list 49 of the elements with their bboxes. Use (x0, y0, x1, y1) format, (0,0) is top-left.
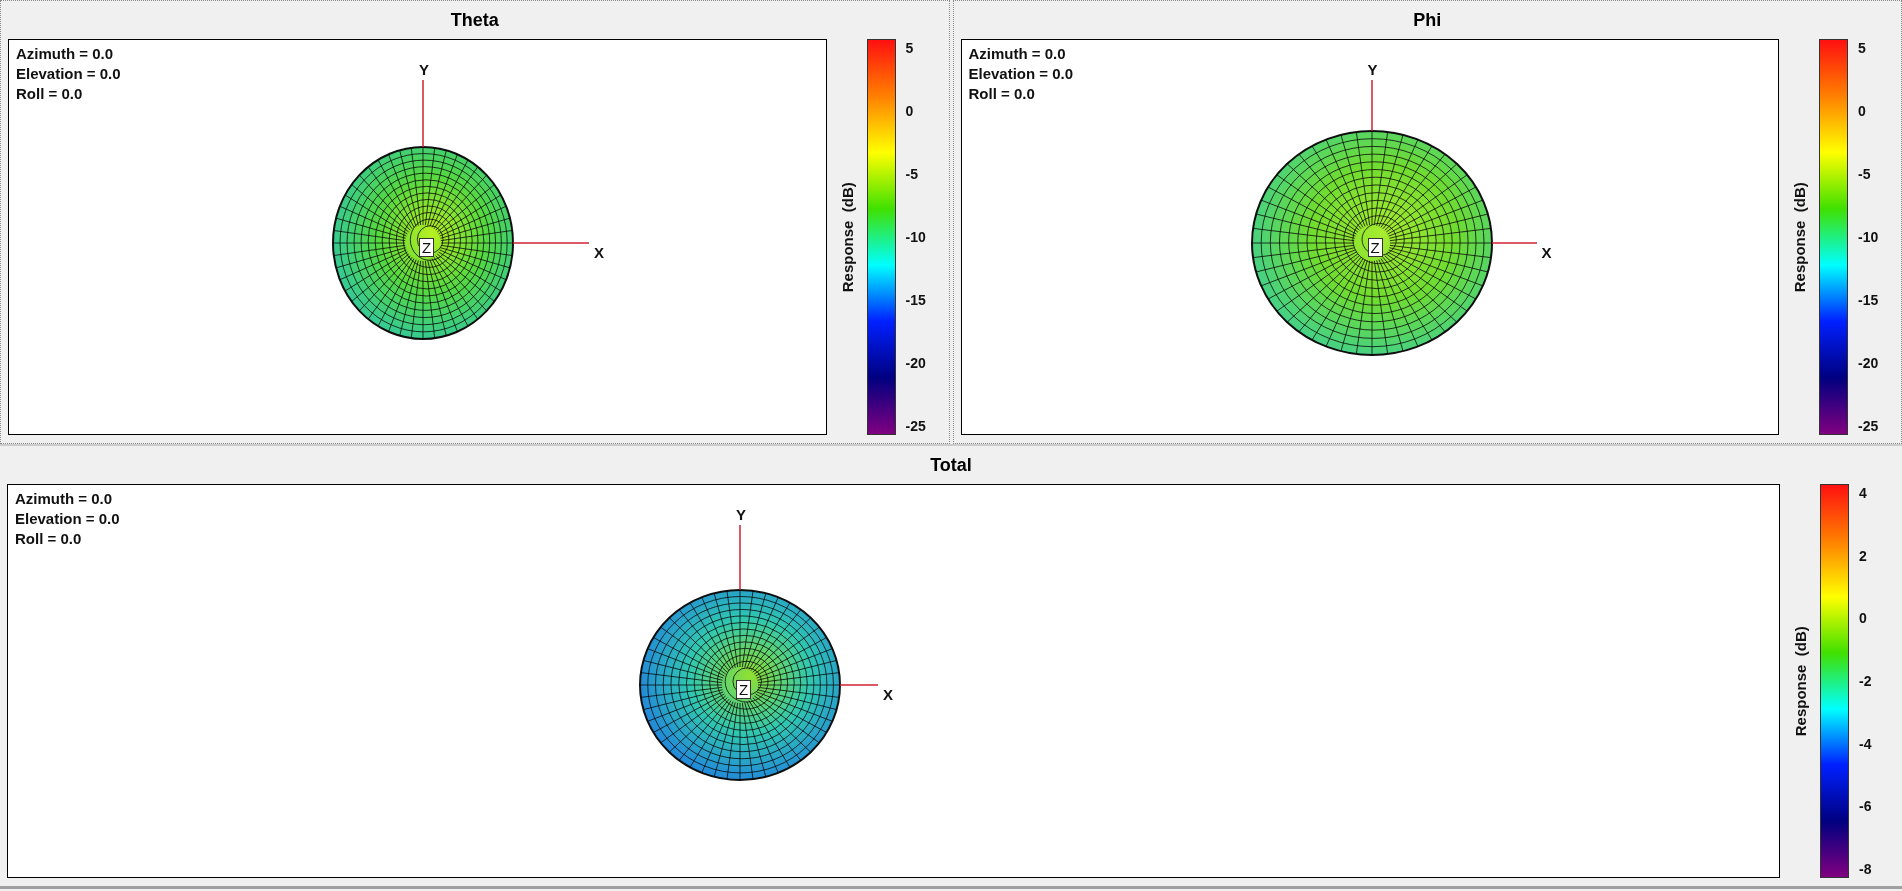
colorbar-tick-label: -8 (1859, 861, 1872, 876)
view-angle-label: Roll = 0.0 (15, 529, 83, 549)
z-axis-label: Z (736, 680, 752, 699)
colorbar-label: Response (dB) (837, 182, 857, 292)
view-angle-label: Roll = 0.0 (16, 84, 84, 104)
y-axis-label: Y (1367, 62, 1378, 77)
view-angle-label: Elevation = 0.0 (968, 64, 1074, 84)
colorbar-tick-label: -4 (1859, 736, 1872, 751)
colorbar-tick-label: 2 (1859, 548, 1868, 563)
x-axis-label: X (883, 687, 893, 702)
view-angle-label: Roll = 0.0 (968, 84, 1036, 104)
colorbar-tick-label: -15 (1858, 293, 1879, 307)
colorbar-tick-label: -5 (1858, 167, 1872, 181)
view-angle-label: Azimuth = 0.0 (968, 44, 1067, 64)
y-axis-line (422, 79, 424, 148)
colorbar-tick-label: 5 (1858, 41, 1867, 55)
colorbar-tick-label: 0 (905, 104, 915, 118)
colorbar-tick-label: 4 (1859, 486, 1868, 500)
view-angle-label: Azimuth = 0.0 (16, 44, 115, 64)
x-axis-label: X (594, 245, 604, 260)
view-angle-label: Elevation = 0.0 (16, 64, 121, 84)
colorbar-tick-label: -2 (1859, 673, 1872, 688)
colorbar-tick-label: -25 (1858, 419, 1879, 433)
y-axis-label: Y (419, 62, 429, 77)
panel-title: Theta (450, 8, 499, 32)
panel-title: Phi (1413, 8, 1442, 32)
colorbar-tick-label: -10 (1858, 230, 1879, 244)
x-axis-line (1490, 242, 1538, 244)
colorbar-tick-label: -5 (905, 167, 919, 181)
y-axis-line (739, 524, 741, 591)
colorbar-tick-label: -25 (905, 419, 926, 433)
panel-title: Total (930, 453, 972, 477)
colorbar-tick-label: 0 (1859, 611, 1868, 626)
colorbar-tick-label: -10 (905, 230, 926, 244)
y-axis-line (1370, 79, 1373, 132)
colorbar-tick-label: -15 (905, 293, 926, 307)
colorbar-tick-label: -6 (1859, 799, 1872, 814)
colorbar-tick-label: 5 (905, 41, 915, 55)
view-angle-label: Azimuth = 0.0 (15, 489, 114, 509)
y-axis-label: Y (736, 507, 746, 522)
colorbar-label: Response (dB) (1790, 626, 1810, 736)
x-axis-line (839, 684, 879, 686)
view-angle-label: Elevation = 0.0 (15, 509, 120, 529)
colorbar-tick-label: -20 (1858, 356, 1879, 370)
z-axis-label: Z (419, 238, 435, 257)
colorbar-tick-label: -20 (905, 356, 926, 370)
colorbar-tick-label: 0 (1858, 104, 1867, 118)
colorbar-label: Response (dB) (1789, 182, 1809, 292)
x-axis-label: X (1541, 245, 1552, 260)
